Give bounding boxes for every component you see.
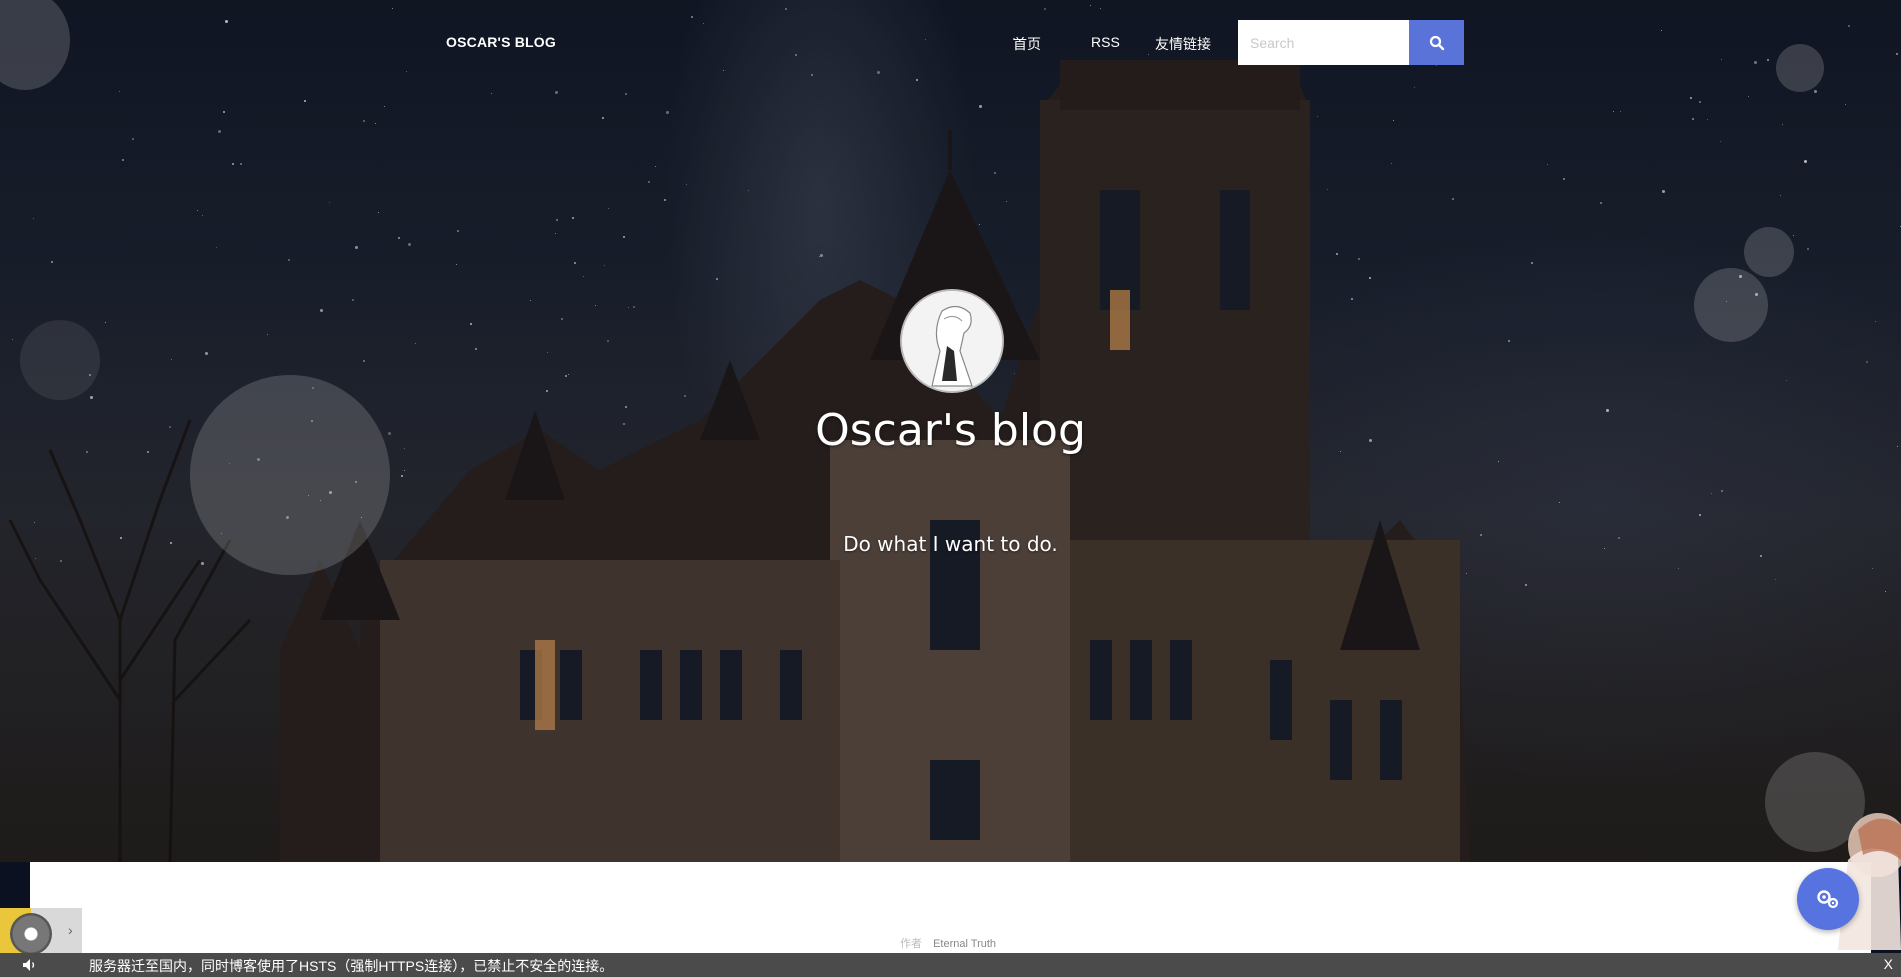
bokeh-light [20,320,100,400]
footer-author: 作者 Eternal Truth [900,935,996,951]
settings-icon [1817,890,1839,909]
speaker-icon[interactable] [22,958,38,972]
nav-link-rss[interactable]: RSS [1091,34,1120,50]
site-title: Oscar's blog [815,405,1086,456]
nav-link-friends[interactable]: 友情链接 [1155,34,1211,54]
site-tagline: Do what I want to do. [843,532,1058,556]
footer-author-name: Eternal Truth [933,938,997,950]
bokeh-light [1744,227,1794,277]
bokeh-light [1776,44,1824,92]
notice-text: 服务器迁至国内，同时博客使用了HSTS（强制HTTPS连接），已禁止不安全的连接… [89,958,614,974]
nav-link-home[interactable]: 首页 [1013,34,1041,54]
avatar [902,291,1002,391]
settings-button[interactable] [1797,868,1859,930]
search-input[interactable] [1238,20,1409,65]
notice-bar: 服务器迁至国内，同时博客使用了HSTS（强制HTTPS连接），已禁止不安全的连接… [0,953,1901,977]
footer-author-prefix: 作者 [900,938,922,950]
search-button[interactable] [1409,20,1464,65]
music-player[interactable]: › [0,908,82,955]
music-expand-arrow[interactable]: › [68,922,73,938]
avatar-illustration [902,291,1002,391]
notice-close-button[interactable]: X [1884,956,1893,972]
music-disc-icon[interactable] [10,913,52,955]
bokeh-light [1694,268,1768,342]
search-icon [1429,35,1444,50]
brand-link[interactable]: OSCAR'S BLOG [446,34,556,50]
